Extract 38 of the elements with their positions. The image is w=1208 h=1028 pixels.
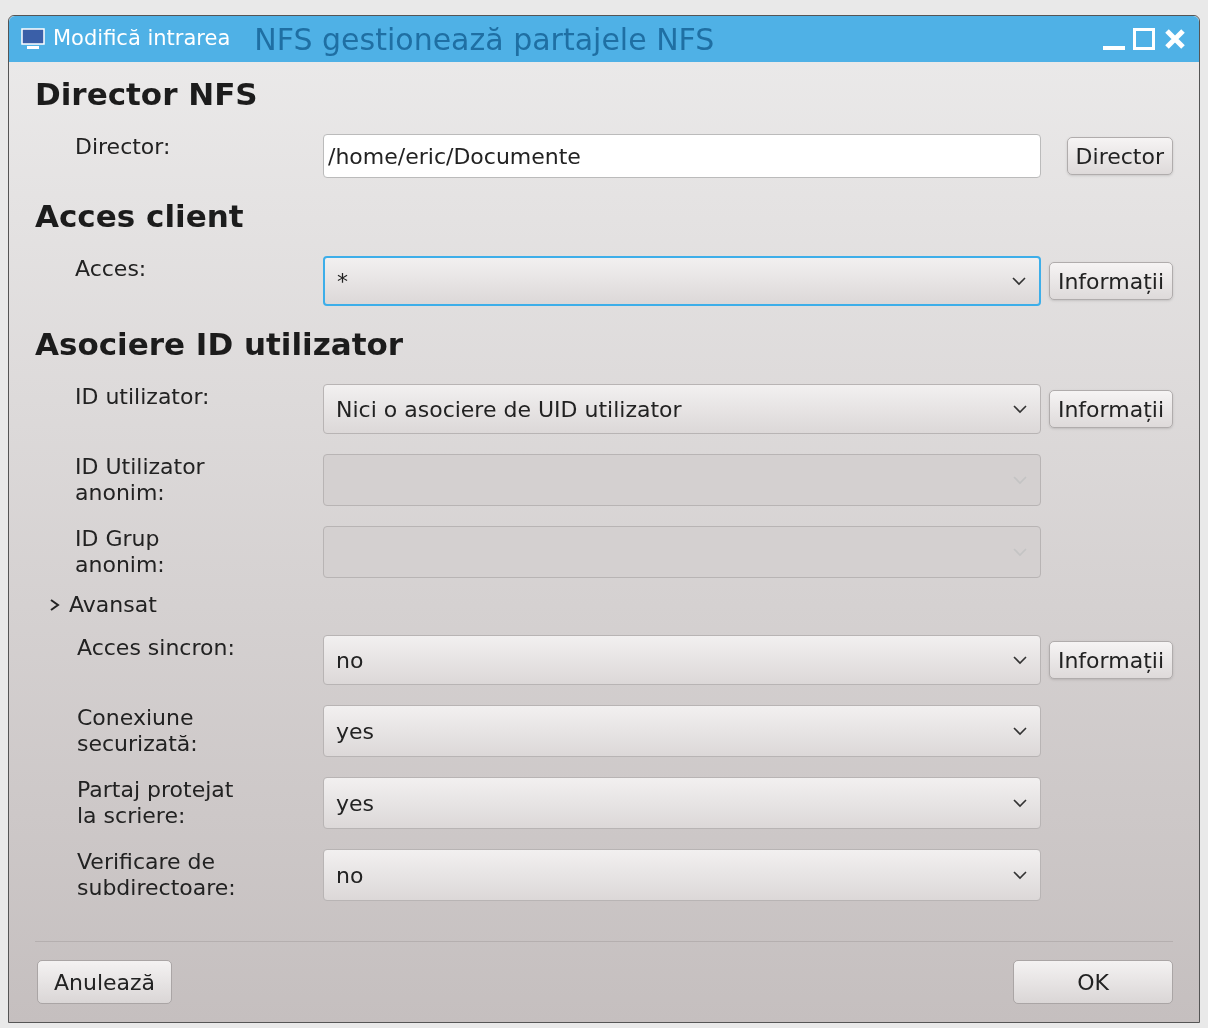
chevron-down-icon — [1012, 798, 1028, 808]
field-label: Director: — [75, 134, 172, 160]
action-button[interactable]: Informații — [1048, 390, 1173, 428]
expander-toggle[interactable]: Avansat — [49, 588, 157, 621]
action-button[interactable]: Informații — [1048, 262, 1173, 300]
field-label: ID Grup anonim: — [75, 526, 166, 578]
field-label: ID Utilizator anonim: — [75, 454, 206, 506]
dropdown-field[interactable]: * — [323, 256, 1041, 306]
close-button[interactable] — [1163, 27, 1187, 51]
dropdown-field[interactable]: no — [323, 849, 1041, 901]
field-label: Conexiune securizată: — [77, 705, 199, 757]
dropdown-field[interactable]: yes — [323, 777, 1041, 829]
section-heading: Director NFS — [35, 75, 259, 114]
chevron-right-icon — [49, 597, 61, 612]
field-label: Acces: — [75, 256, 148, 282]
field-label: ID utilizator: — [75, 384, 211, 410]
cancel-button[interactable]: Anulează — [37, 960, 173, 1004]
ok-button[interactable]: OK — [1013, 960, 1173, 1004]
field-label: Verificare de subdirectoare: — [77, 849, 237, 901]
chevron-down-icon — [1011, 276, 1027, 286]
section-heading: Acces client — [35, 197, 245, 236]
action-button[interactable]: Director — [1066, 137, 1173, 175]
chevron-down-icon — [1012, 404, 1028, 414]
field-label: Partaj protejat la scriere: — [77, 777, 235, 829]
path-input-field[interactable]: /home/eric/Documente — [323, 134, 1041, 178]
background-window-title: NFS gestionează partajele NFS — [254, 20, 715, 59]
action-button[interactable]: Informații — [1048, 641, 1173, 679]
chevron-down-icon — [1012, 655, 1028, 665]
field-label: Acces sincron: — [77, 635, 236, 661]
maximize-button[interactable] — [1133, 28, 1155, 50]
window-title: Modifică intrarea — [53, 25, 231, 53]
chevron-down-icon — [1012, 870, 1028, 880]
dropdown-field[interactable]: Nici o asociere de UID utilizator — [323, 384, 1041, 434]
chevron-down-icon — [1012, 726, 1028, 736]
dropdown-field[interactable]: no — [323, 635, 1041, 685]
section-heading: Asociere ID utilizator — [35, 325, 405, 364]
dropdown-field[interactable]: yes — [323, 705, 1041, 757]
monitor-icon — [21, 28, 45, 50]
